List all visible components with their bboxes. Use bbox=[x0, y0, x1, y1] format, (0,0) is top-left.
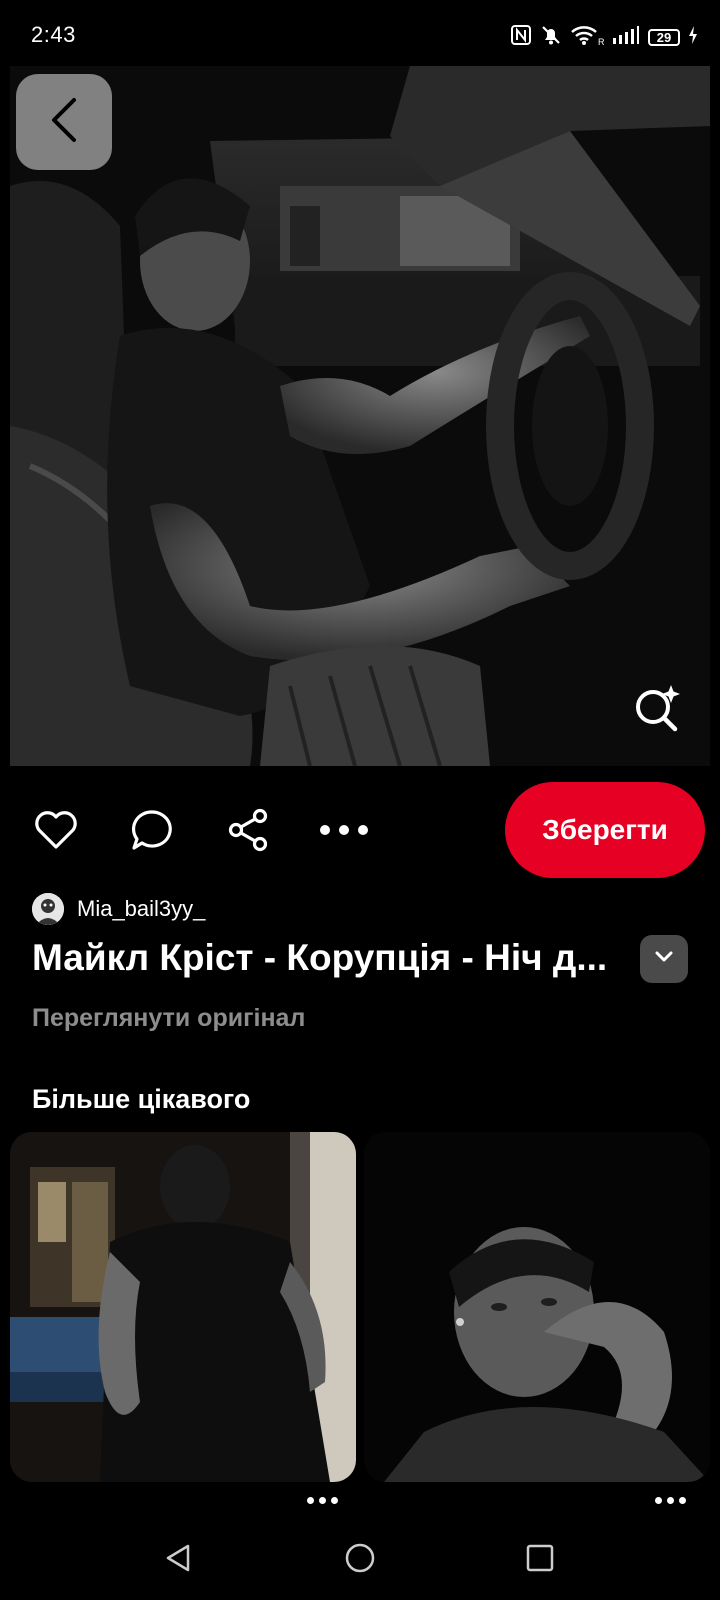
mute-icon bbox=[540, 24, 562, 51]
like-button[interactable] bbox=[26, 802, 86, 862]
pin-image[interactable] bbox=[10, 66, 710, 766]
status-time: 2:43 bbox=[31, 22, 76, 47]
back-button[interactable] bbox=[16, 74, 112, 170]
more-ideas-heading: Більше цікавого bbox=[32, 1084, 251, 1114]
triangle-back-icon bbox=[164, 1543, 194, 1578]
chevron-down-icon bbox=[655, 950, 673, 968]
heart-icon bbox=[34, 810, 78, 855]
save-button[interactable]: Зберегти bbox=[505, 782, 705, 878]
related-pin-2-more[interactable] bbox=[650, 1490, 690, 1510]
chevron-left-icon bbox=[46, 96, 82, 149]
pin-title: Майкл Кріст - Корупція - Ніч д... bbox=[32, 937, 608, 978]
author-avatar[interactable] bbox=[32, 893, 64, 925]
related-pin-1[interactable] bbox=[10, 1132, 356, 1482]
author-name[interactable]: Mia_bail3yy_ bbox=[77, 896, 205, 922]
battery-icon: 29 bbox=[648, 28, 680, 46]
more-options-button[interactable] bbox=[314, 802, 374, 862]
visual-search-button[interactable] bbox=[628, 680, 688, 740]
expand-title-button[interactable] bbox=[640, 935, 688, 983]
svg-text:R: R bbox=[598, 37, 604, 46]
square-recents-icon bbox=[525, 1543, 555, 1578]
wifi-icon: R bbox=[570, 24, 605, 51]
visual-search-icon bbox=[633, 683, 683, 738]
related-pin-1-more[interactable] bbox=[302, 1490, 342, 1510]
comment-button[interactable] bbox=[122, 802, 182, 862]
nav-recents-button[interactable] bbox=[515, 1535, 565, 1585]
more-icon bbox=[319, 823, 369, 841]
nav-home-button[interactable] bbox=[335, 1535, 385, 1585]
comment-icon bbox=[130, 808, 174, 857]
charging-icon bbox=[688, 25, 698, 50]
status-icons: R 29 bbox=[510, 24, 698, 50]
share-icon bbox=[226, 808, 270, 857]
nfc-icon bbox=[510, 24, 532, 51]
nav-back-button[interactable] bbox=[154, 1535, 204, 1585]
battery-level: 29 bbox=[656, 29, 672, 45]
view-original-link[interactable]: Переглянути оригінал bbox=[32, 1004, 305, 1033]
circle-home-icon bbox=[344, 1542, 376, 1579]
signal-icon bbox=[612, 25, 640, 50]
related-pin-2[interactable] bbox=[364, 1132, 710, 1482]
share-button[interactable] bbox=[218, 802, 278, 862]
